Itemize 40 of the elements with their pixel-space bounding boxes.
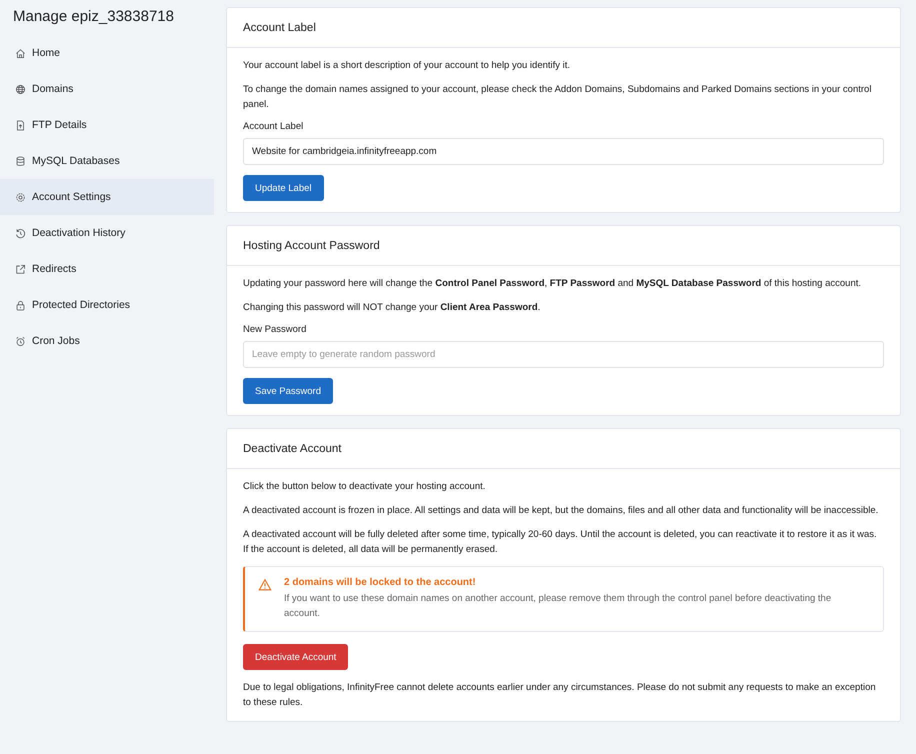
- alarm-clock-icon: [15, 336, 26, 346]
- card-title: Account Label: [243, 22, 316, 34]
- alert-title: 2 domains will be locked to the account!: [284, 577, 477, 588]
- nav-item[interactable]: Cron Jobs: [0, 323, 214, 359]
- field-label: New Password: [243, 324, 308, 335]
- paragraph: To change the domain names assigned to your account, please check the Addon Domains, Subdomains and Parked Domains sections in your control panel.: [243, 83, 872, 112]
- card-title: Deactivate Account: [243, 442, 342, 454]
- lock-icon: [15, 300, 26, 310]
- submit-button[interactable]: Update Label: [243, 175, 324, 201]
- paragraph: A deactivated account is frozen in place. All settings and data will be kept, but the domains, files and all other data and functionality will be inaccessible.: [243, 504, 880, 518]
- nav-item[interactable]: Domains: [0, 71, 214, 107]
- paragraph: Click the button below to deactivate your hosting account.: [243, 480, 486, 494]
- nav-item[interactable]: MySQL Databases: [0, 143, 214, 179]
- file-upload-icon: [15, 120, 26, 130]
- house-icon: [15, 48, 26, 58]
- deactivate-button[interactable]: Deactivate Account: [243, 644, 348, 670]
- nav-item[interactable]: Redirects: [0, 251, 214, 287]
- alert-text: If you want to use these domain names on another account, please remove them through the control panel before deactivating the account.: [284, 592, 832, 621]
- card-title: Hosting Account Password: [243, 240, 380, 252]
- paragraph: Changing this password will NOT change your Client Area Password.: [243, 301, 542, 315]
- nav-item[interactable]: Account Settings: [0, 179, 214, 215]
- input-field[interactable]: Website for cambridgeia.infinityfreeapp.com: [243, 138, 884, 165]
- history-icon: [15, 228, 26, 238]
- external-link-icon: [15, 264, 26, 274]
- paragraph: Updating your password here will change the Control Panel Password, FTP Password and MySQL Database Password of this hosting account.: [243, 277, 862, 291]
- nav-item[interactable]: Deactivation History: [0, 215, 214, 251]
- warning-icon: [258, 578, 272, 592]
- paragraph: A deactivated account will be fully deleted after some time, typically 20-60 days. Until the account is deleted, you can reactivate it to restore it as it was. If the account is deleted, all data will be permanently erased.: [243, 528, 878, 557]
- paragraph: Due to legal obligations, InfinityFree cannot delete accounts earlier under any circumstances. Please do not submit any requests to make an exception to these rules.: [243, 681, 877, 710]
- submit-button[interactable]: Save Password: [243, 378, 334, 404]
- field-label: Account Label: [243, 121, 304, 132]
- paragraph: Your account label is a short description of your account to help you identify it.: [243, 59, 572, 73]
- nav-item[interactable]: Protected Directories: [0, 287, 214, 323]
- database-icon: [15, 156, 26, 166]
- nav-item[interactable]: Home: [0, 35, 214, 71]
- sidebar-title: Manage epiz_33838718: [13, 8, 175, 25]
- nav-item[interactable]: FTP Details: [0, 107, 214, 143]
- globe-icon: [15, 84, 26, 94]
- input-field[interactable]: Leave empty to generate random password: [243, 341, 884, 368]
- settings-icon: [15, 192, 26, 202]
